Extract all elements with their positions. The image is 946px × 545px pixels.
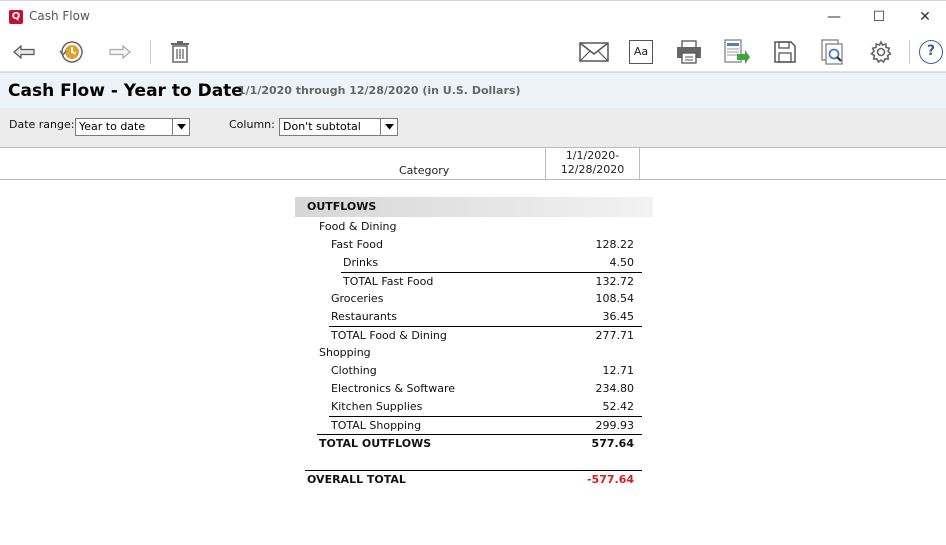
total-row-outflows[interactable]: TOTAL OUTFLOWS 577.64 [317, 434, 642, 452]
gear-icon[interactable] [867, 38, 895, 66]
category-row-fast-food[interactable]: Fast Food 128.22 [295, 236, 634, 254]
print-icon[interactable] [675, 38, 703, 66]
category-row-kitchen-supplies[interactable]: Kitchen Supplies 52.42 [295, 398, 634, 416]
row-label: Electronics & Software [331, 382, 456, 395]
window-title: Cash Flow [29, 9, 90, 23]
minimize-button[interactable]: — [824, 7, 844, 27]
email-icon[interactable] [578, 38, 610, 66]
report-title: Cash Flow - Year to Date [8, 81, 243, 101]
row-label: Groceries [331, 292, 384, 305]
forward-arrow-icon[interactable] [106, 38, 134, 66]
row-value: 36.45 [602, 310, 635, 323]
row-label: TOTAL Food & Dining [331, 329, 447, 342]
row-label: Kitchen Supplies [331, 400, 423, 413]
toolbar-separator [150, 40, 151, 64]
row-label: Food & Dining [319, 220, 397, 233]
row-value: 132.72 [595, 275, 635, 288]
category-row-drinks[interactable]: Drinks 4.50 [295, 254, 634, 272]
toolbar-separator [909, 40, 910, 64]
back-arrow-icon[interactable] [10, 38, 38, 66]
row-label: Drinks [343, 256, 379, 269]
date-range-value: Year to date [79, 120, 146, 133]
trash-icon[interactable] [166, 38, 194, 66]
row-value: 52.42 [602, 400, 635, 413]
row-label: Clothing [331, 364, 377, 377]
report-controls: Date range: Year to date Column: Don't s… [0, 108, 946, 148]
save-icon[interactable] [771, 38, 799, 66]
column-value: Don't subtotal [283, 120, 361, 133]
report-header: Cash Flow - Year to Date 1/1/2020 throug… [0, 72, 946, 108]
date-column-header[interactable]: 1/1/2020- 12/28/2020 [545, 148, 640, 179]
column-header-row: Category 1/1/2020- 12/28/2020 [0, 148, 946, 180]
chevron-down-icon [380, 119, 397, 135]
font-icon[interactable]: Aa [627, 38, 655, 66]
category-row-clothing[interactable]: Clothing 12.71 [295, 362, 634, 380]
row-value: 277.71 [595, 329, 635, 342]
help-label: ? [919, 40, 943, 64]
row-label: Fast Food [331, 238, 383, 251]
category-row-shopping[interactable]: Shopping [295, 344, 642, 362]
category-row-groceries[interactable]: Groceries 108.54 [295, 290, 634, 308]
quicken-logo-icon: Q [9, 10, 23, 24]
category-row-restaurants[interactable]: Restaurants 36.45 [295, 308, 634, 326]
row-value: 299.93 [595, 419, 635, 432]
column-select[interactable]: Don't subtotal [279, 118, 398, 136]
row-value: 577.64 [591, 437, 634, 450]
overall-total-value: -577.64 [586, 473, 634, 486]
maximize-button[interactable]: ☐ [869, 7, 889, 27]
row-value: 12.71 [602, 364, 635, 377]
date-column-line1: 1/1/2020- [565, 149, 620, 162]
toolbar: Aa ? [0, 32, 946, 72]
row-label: Restaurants [331, 310, 397, 323]
total-row-fast-food[interactable]: TOTAL Fast Food 132.72 [341, 272, 642, 290]
outflows-header: OUTFLOWS [307, 200, 377, 213]
date-range-select[interactable]: Year to date [75, 118, 190, 136]
overall-total-row[interactable]: OVERALL TOTAL -577.64 [305, 470, 642, 488]
row-value: 4.50 [609, 256, 635, 269]
total-row-food-dining[interactable]: TOTAL Food & Dining 277.71 [329, 326, 642, 344]
row-label: TOTAL Shopping [331, 419, 422, 432]
title-bar: Q Cash Flow — ☐ ✕ [0, 0, 946, 32]
preview-icon[interactable] [819, 38, 847, 66]
row-label: OVERALL TOTAL [307, 473, 406, 486]
close-button[interactable]: ✕ [915, 7, 935, 27]
row-label: Shopping [319, 346, 371, 359]
category-row-food-dining[interactable]: Food & Dining [295, 218, 642, 236]
row-value: 128.22 [595, 238, 635, 251]
report-subtitle: 1/1/2020 through 12/28/2020 (in U.S. Dol… [238, 84, 521, 97]
font-label: Aa [629, 40, 653, 64]
row-label: TOTAL Fast Food [343, 275, 434, 288]
export-excel-icon[interactable] [723, 38, 751, 66]
total-row-shopping[interactable]: TOTAL Shopping 299.93 [329, 416, 642, 434]
category-column-header[interactable]: Category [399, 164, 449, 177]
date-range-label: Date range: [9, 118, 75, 131]
chevron-down-icon [172, 119, 189, 135]
category-row-electronics[interactable]: Electronics & Software 234.80 [295, 380, 634, 398]
row-value: 234.80 [595, 382, 635, 395]
outflows-section-header: OUTFLOWS [295, 197, 653, 217]
row-label: TOTAL OUTFLOWS [319, 437, 432, 450]
row-value: 108.54 [595, 292, 635, 305]
date-column-line2: 12/28/2020 [560, 163, 625, 176]
column-label: Column: [229, 118, 275, 131]
help-icon[interactable]: ? [917, 38, 945, 66]
history-icon[interactable] [57, 38, 85, 66]
